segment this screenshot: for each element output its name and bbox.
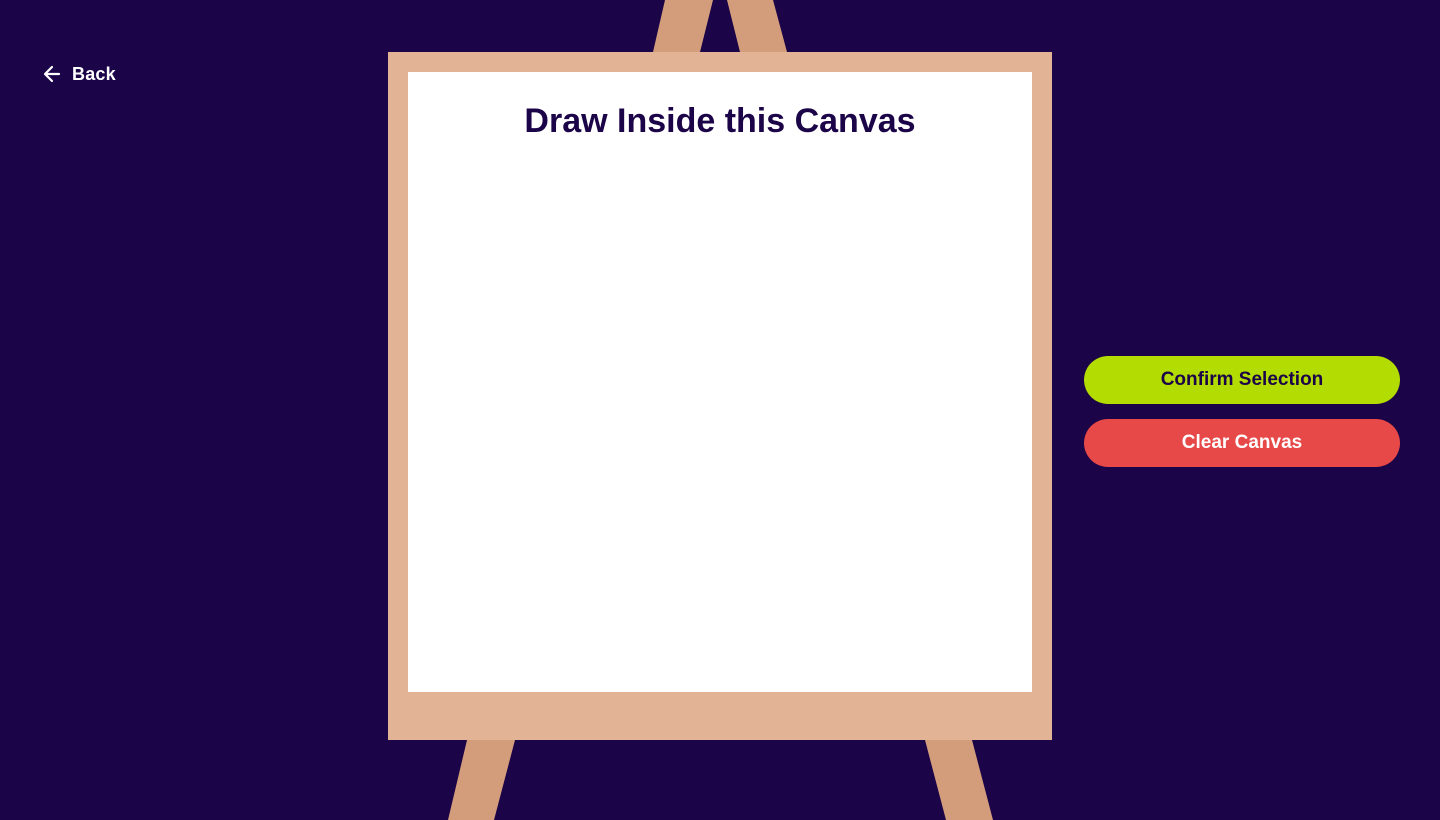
- confirm-selection-button[interactable]: Confirm Selection: [1084, 356, 1400, 404]
- back-button[interactable]: Back: [42, 62, 116, 86]
- easel-board: Draw Inside this Canvas: [388, 52, 1052, 740]
- clear-canvas-button[interactable]: Clear Canvas: [1084, 419, 1400, 467]
- easel-leg-bottom-right: [925, 740, 993, 820]
- easel-leg-top-left: [653, 0, 713, 52]
- easel-leg-bottom-left: [448, 740, 515, 820]
- easel-leg-top-right: [727, 0, 787, 52]
- arrow-left-icon: [42, 64, 62, 84]
- drawing-canvas[interactable]: Draw Inside this Canvas: [408, 72, 1032, 692]
- back-label: Back: [72, 63, 116, 84]
- canvas-title: Draw Inside this Canvas: [524, 102, 916, 140]
